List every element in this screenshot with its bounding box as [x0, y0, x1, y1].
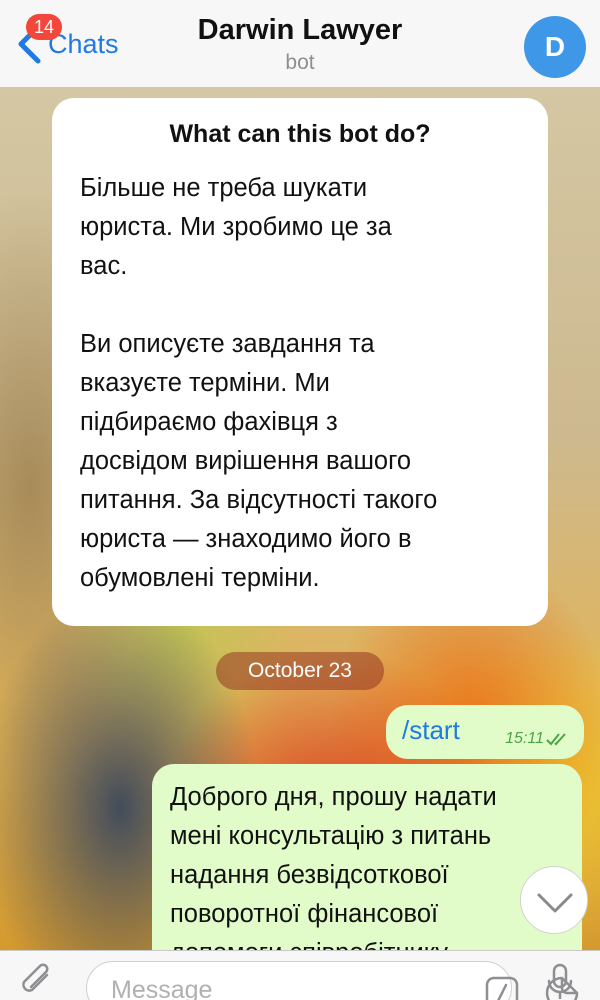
- chat-title: Darwin Lawyer: [197, 14, 403, 46]
- chat-subtitle: bot: [285, 51, 315, 74]
- date-divider: October 23: [216, 652, 384, 690]
- paperclip-icon[interactable]: [20, 963, 56, 1000]
- chat-title-block[interactable]: Darwin Lawyer bot: [0, 14, 600, 75]
- double-check-icon: [546, 733, 566, 746]
- bot-info-title: What can this bot do?: [169, 120, 431, 148]
- chevron-down-icon: [537, 893, 573, 913]
- scroll-to-bottom-button[interactable]: [520, 866, 588, 934]
- avatar[interactable]: D: [524, 16, 586, 78]
- bot-info-card: What can this bot do? Більше не треба шу…: [52, 98, 548, 626]
- message-placeholder: Message: [111, 976, 213, 1000]
- message-input[interactable]: Message: [86, 961, 579, 1000]
- message-bubble-outgoing[interactable]: /start 15:11: [386, 705, 584, 759]
- microphone-icon[interactable]: [546, 963, 574, 1000]
- message-time: 15:11: [505, 730, 544, 747]
- chat-header: Chats 14 Darwin Lawyer bot D: [0, 0, 600, 88]
- bot-command-icon[interactable]: [485, 976, 519, 1000]
- message-text[interactable]: Доброго дня, прошу надати мені консульта…: [170, 778, 564, 973]
- bot-info-text: Більше не треба шукати юриста. Ми зробим…: [80, 174, 438, 592]
- message-input-bar: Message: [0, 950, 600, 1000]
- message-text[interactable]: /start: [402, 715, 460, 745]
